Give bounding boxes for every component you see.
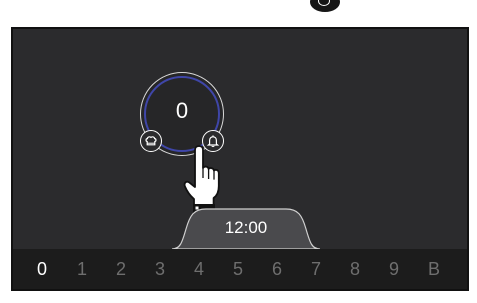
digit-4[interactable]: 4: [194, 259, 204, 280]
digit-2[interactable]: 2: [116, 259, 126, 280]
pointing-hand-icon: [183, 145, 220, 213]
digit-selector-bar: 0 1 2 3 4 5 6 7 8 9 B: [13, 249, 467, 289]
top-button-icon[interactable]: [308, 0, 342, 14]
chef-button[interactable]: [140, 130, 162, 152]
digit-0[interactable]: 0: [37, 259, 47, 280]
digit-8[interactable]: 8: [350, 259, 360, 280]
dial-value: 0: [175, 98, 189, 123]
digit-7[interactable]: 7: [311, 259, 321, 280]
digit-b[interactable]: B: [428, 259, 440, 280]
digit-5[interactable]: 5: [233, 259, 243, 280]
digit-9[interactable]: 9: [389, 259, 399, 280]
time-display[interactable]: 12:00: [172, 218, 320, 238]
digit-3[interactable]: 3: [155, 259, 165, 280]
chef-hat-icon: [145, 136, 157, 146]
digit-6[interactable]: 6: [272, 259, 282, 280]
digit-1[interactable]: 1: [77, 259, 87, 280]
